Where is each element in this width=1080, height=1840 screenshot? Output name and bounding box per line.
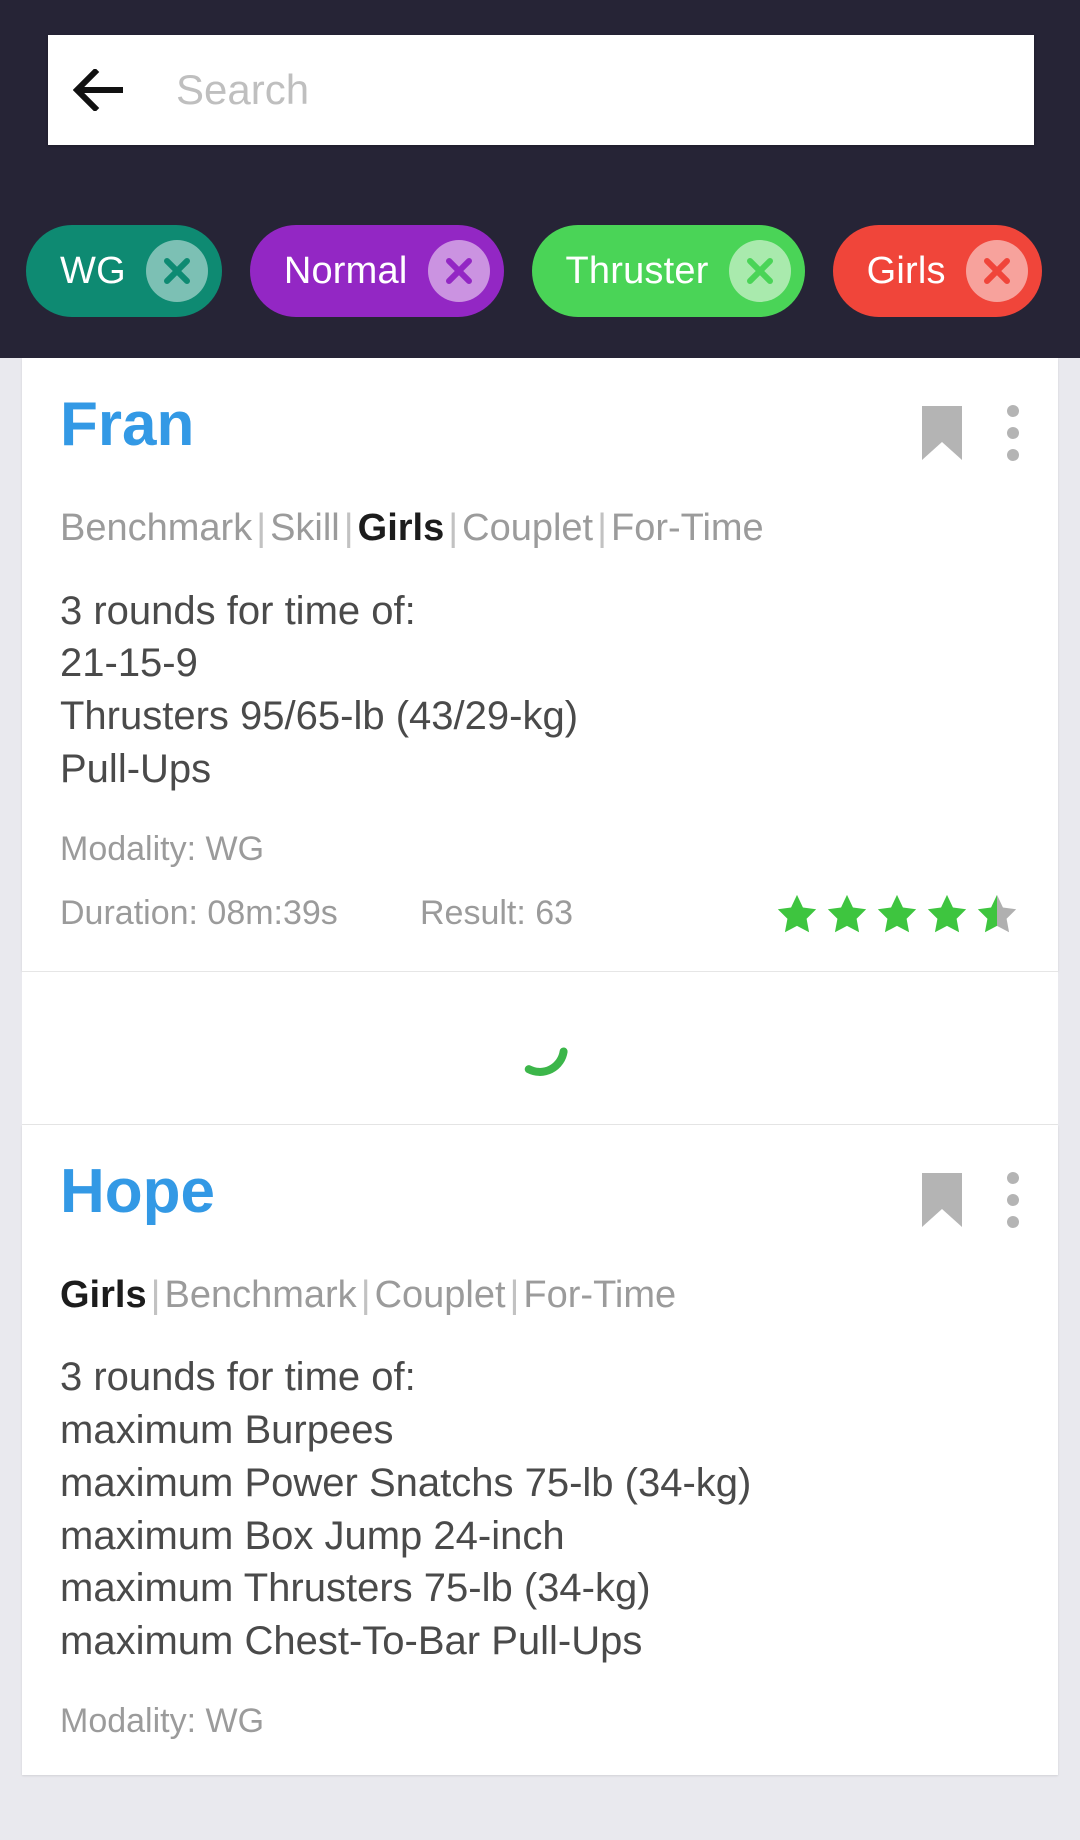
- workout-duration: Duration: 08m:39s: [60, 894, 338, 933]
- rating-stars[interactable]: [774, 891, 1020, 937]
- workout-description: 3 rounds for time of: 21-15-9 Thrusters …: [60, 588, 579, 791]
- filter-chip-label: WG: [60, 249, 126, 292]
- tag: For-Time: [523, 1273, 677, 1316]
- tag-active: Girls: [357, 507, 445, 549]
- workout-modality: Modality: WG: [60, 1701, 265, 1740]
- tag-separator: |: [448, 507, 459, 549]
- tag: Couplet: [374, 1273, 506, 1316]
- workout-result: Result: 63: [420, 894, 574, 933]
- overflow-menu-icon: [1006, 404, 1020, 467]
- filter-chip-list: WG Normal Thruster Girls: [0, 218, 1080, 324]
- remove-filter-button[interactable]: [145, 240, 208, 302]
- star-icon-full: [777, 894, 817, 932]
- filter-chip-wg[interactable]: WG: [26, 225, 222, 317]
- workout-list[interactable]: Fran Benchmark | Skill | Girls | Couplet…: [0, 358, 1080, 1840]
- arrow-left-icon: [73, 69, 127, 111]
- filter-chip-label: Normal: [283, 249, 408, 292]
- close-icon: [743, 254, 777, 288]
- tag-separator: |: [150, 1273, 161, 1316]
- tag-separator: |: [597, 507, 607, 549]
- tag: Benchmark: [60, 507, 253, 549]
- filter-chip-thruster[interactable]: Thruster: [531, 225, 805, 317]
- workout-modality: Modality: WG: [60, 829, 265, 868]
- close-icon: [442, 254, 476, 288]
- workout-card[interactable]: Hope Girls | Benchmark | Couplet | For-T…: [22, 1124, 1058, 1775]
- filter-chip-label: Girls: [866, 249, 946, 292]
- tag-separator: |: [343, 507, 354, 549]
- overflow-menu-button[interactable]: [1006, 404, 1020, 467]
- tag: For-Time: [610, 507, 764, 549]
- close-icon: [980, 254, 1014, 288]
- workout-tags: Girls | Benchmark | Couplet | For-Time: [60, 1272, 1020, 1320]
- tag: Benchmark: [164, 1273, 357, 1316]
- back-button[interactable]: [48, 35, 152, 145]
- workout-title: Hope: [60, 1156, 215, 1226]
- tag: Skill: [270, 507, 340, 549]
- tag-separator: |: [360, 1273, 371, 1316]
- star-icon-full: [927, 894, 967, 932]
- workout-stats-row: Duration: 08m:39s Result: 63: [60, 891, 1020, 937]
- workout-tags: Benchmark | Skill | Girls | Couplet | For-Time: [60, 505, 1020, 553]
- bookmark-button[interactable]: [920, 404, 964, 467]
- search-bar[interactable]: [48, 35, 1034, 145]
- filter-chip-label: Thruster: [565, 249, 709, 292]
- tag: Couplet: [462, 507, 594, 549]
- overflow-menu-icon: [1006, 1171, 1020, 1234]
- star-icon-full: [877, 894, 917, 932]
- search-input[interactable]: [152, 35, 1034, 145]
- loading-indicator: [22, 970, 1058, 1125]
- overflow-menu-button[interactable]: [1006, 1171, 1020, 1234]
- tag-separator: |: [509, 1273, 520, 1316]
- tag-active: Girls: [60, 1273, 147, 1316]
- workout-title: Fran: [60, 390, 195, 459]
- bookmark-icon: [920, 1171, 964, 1234]
- bookmark-icon: [920, 404, 964, 467]
- tag-separator: |: [256, 507, 267, 549]
- workout-description: 3 rounds for time of: maximum Burpees ma…: [60, 1355, 752, 1664]
- filter-chip-normal[interactable]: Normal: [249, 225, 504, 317]
- bookmark-button[interactable]: [920, 1171, 964, 1234]
- star-icon-full: [827, 894, 867, 932]
- app-bar: WG Normal: [0, 0, 1080, 358]
- close-icon: [160, 254, 194, 288]
- remove-filter-button[interactable]: [965, 240, 1028, 302]
- remove-filter-button[interactable]: [427, 240, 490, 302]
- filter-chip-girls[interactable]: Girls: [832, 225, 1042, 317]
- workout-card[interactable]: Fran Benchmark | Skill | Girls | Couplet…: [22, 358, 1058, 971]
- remove-filter-button[interactable]: [728, 240, 791, 302]
- card-header: Hope: [60, 1159, 1020, 1234]
- spinner-icon: [506, 1014, 574, 1082]
- star-icon-half: [977, 894, 1017, 932]
- card-header: Fran: [60, 392, 1020, 467]
